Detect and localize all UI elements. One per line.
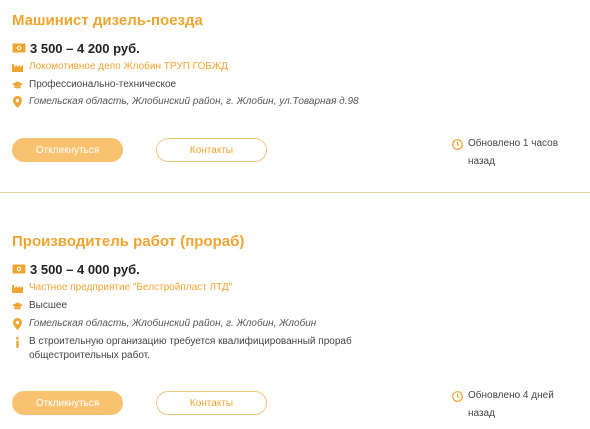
vacancy-title[interactable]: Машинист дизель-поезда [12, 12, 203, 29]
clock-icon [452, 137, 463, 151]
factory-icon [12, 281, 23, 295]
education-row: Профессионально-техническое [12, 78, 176, 92]
contacts-button[interactable]: Контакты [156, 391, 267, 415]
education: Высшее [29, 300, 68, 311]
address: Гомельская область, Жлобинский район, г.… [29, 96, 359, 107]
updated-text: Обновлено 1 часов назад [468, 138, 559, 167]
location-pin-icon [12, 317, 23, 331]
employer-link[interactable]: Локомотивное депо Жлобин ТРУП ГОБЖД [29, 60, 228, 74]
employer-row: Частное предприятие "Белстройпласт ЛТД" [12, 281, 232, 295]
apply-button[interactable]: Откликнуться [12, 391, 123, 415]
employer-link[interactable]: Частное предприятие "Белстройпласт ЛТД" [29, 281, 232, 295]
info-icon [12, 335, 23, 349]
education: Профессионально-техническое [29, 79, 177, 90]
salary: 3 500 – 4 000 руб. [30, 261, 140, 277]
employer-row: Локомотивное депо Жлобин ТРУП ГОБЖД [12, 60, 228, 74]
apply-button[interactable]: Откликнуться [12, 138, 123, 162]
updated-info: Обновлено 4 дней назад [452, 387, 578, 423]
factory-icon [12, 60, 23, 74]
updated-text: Обновлено 4 дней назад [468, 390, 554, 419]
education-row: Высшее [12, 299, 67, 313]
location-pin-icon [12, 95, 23, 109]
salary: 3 500 – 4 200 руб. [30, 40, 140, 56]
contacts-button[interactable]: Контакты [156, 138, 267, 162]
salary-row: 3 500 – 4 000 руб. [12, 260, 140, 278]
address-row: Гомельская область, Жлобинский район, г.… [12, 95, 359, 109]
graduation-cap-icon [12, 299, 23, 313]
money-icon [12, 262, 26, 276]
updated-info: Обновлено 1 часов назад [452, 135, 578, 171]
address-row: Гомельская область, Жлобинский район, г.… [12, 317, 316, 331]
salary-row: 3 500 – 4 200 руб. [12, 39, 140, 57]
vacancy-card: Машинист дизель-поезда 3 500 – 4 200 руб… [0, 0, 590, 193]
description: В строительную организацию требуется ква… [29, 336, 352, 361]
divider [0, 192, 590, 193]
description-row: В строительную организацию требуется ква… [12, 335, 369, 363]
vacancy-title[interactable]: Производитель работ (прораб) [12, 233, 244, 250]
clock-icon [452, 389, 463, 403]
vacancy-card: Производитель работ (прораб) 3 500 – 4 0… [0, 194, 590, 429]
money-icon [12, 41, 26, 55]
address: Гомельская область, Жлобинский район, г.… [29, 318, 317, 329]
graduation-cap-icon [12, 78, 23, 92]
